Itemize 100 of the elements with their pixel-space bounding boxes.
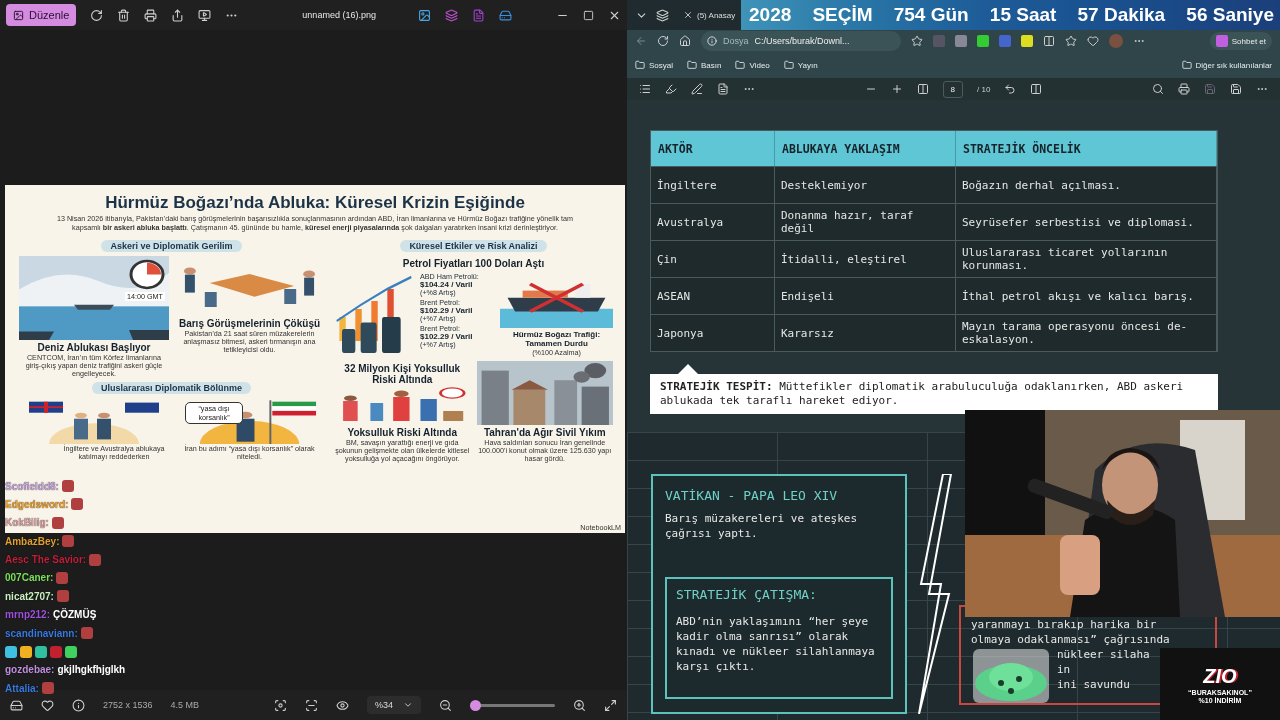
card-headline: 32 Milyon Kişi Yoksulluk Riski Altında (343, 363, 462, 386)
rotate-icon[interactable] (1004, 83, 1017, 95)
fullscreen-icon[interactable] (604, 698, 617, 712)
workspaces-icon[interactable] (656, 8, 669, 22)
delete-icon[interactable] (117, 8, 131, 22)
countdown-text: 754 Gün (893, 4, 969, 26)
copilot-icon (1215, 35, 1228, 47)
sponsor-logo: ZIO (1203, 664, 1237, 688)
zoom-out-icon[interactable] (439, 698, 452, 712)
print-icon[interactable] (144, 8, 158, 22)
chat-username: gozdebae: (5, 664, 55, 676)
chat-username: Aesc The Savior: (5, 554, 87, 566)
extension-icon[interactable] (977, 35, 989, 47)
table-cell: İthal petrol akışı ve kalıcı barış. (956, 277, 1217, 314)
scan-icon[interactable] (305, 698, 318, 712)
edit-image-icon (13, 9, 24, 21)
page-view-icon[interactable] (1030, 83, 1043, 95)
countdown-text: 2028 (749, 4, 792, 26)
badge-icon (50, 645, 62, 658)
bookmark[interactable]: Yayın (783, 60, 818, 70)
view-icon[interactable] (336, 698, 349, 712)
table-cell: Avustralya (651, 203, 775, 240)
save-icon[interactable] (1204, 83, 1216, 95)
fit-icon[interactable] (916, 83, 929, 95)
text-icon[interactable] (717, 83, 729, 95)
draw-icon[interactable] (691, 83, 703, 95)
folder-icon (783, 60, 794, 70)
card-title: Tahran'da Ağır Sivil Yıkım (483, 427, 606, 439)
card-title: Yoksulluk Riski Altında (347, 427, 457, 439)
health-icon[interactable] (1087, 35, 1099, 47)
split-icon[interactable] (1043, 35, 1055, 47)
card-title: Hürmüz Boğazı Trafiği: Tamamen Durdu (511, 330, 602, 349)
file-size: 4.5 MB (170, 700, 200, 710)
url-scheme: Dosya (723, 36, 749, 46)
section-heading: Askeri ve Diplomatik Gerilim (101, 240, 242, 253)
photo-icon[interactable] (418, 8, 431, 22)
address-bar[interactable]: Dosya C:/Users/burak/Downl... (701, 31, 901, 51)
column-header: AKTÖR (651, 131, 775, 166)
zoom-in-icon[interactable] (890, 83, 903, 95)
column-header: ABLUKAYA YAKLAŞIM (775, 131, 956, 166)
bookmark[interactable]: Sosyal (635, 60, 673, 70)
highlight-icon[interactable] (665, 83, 677, 95)
table-cell: Kararsız (775, 314, 956, 351)
edit-button[interactable]: Düzenle (6, 4, 77, 26)
favorite-icon[interactable] (41, 698, 54, 712)
table-cell: Endişeli (775, 277, 956, 314)
card-title: Petrol Fiyatları 100 Doları Aştı (402, 258, 545, 270)
share-icon[interactable] (171, 8, 185, 22)
search-icon[interactable] (1152, 83, 1164, 95)
card-text-line: ini savundu (1057, 677, 1131, 692)
copilot-button[interactable]: Sohbet et (1209, 32, 1272, 50)
card-text-line: in (1057, 662, 1072, 677)
zoom-in-icon[interactable] (573, 698, 586, 712)
countdown-text: 57 Dakika (1077, 4, 1166, 26)
card-title: Barış Görüşmelerinin Çöküşü (178, 318, 321, 330)
chat-username: nicat2707: (5, 590, 54, 602)
bookmark[interactable]: Diğer sık kullanılanlar (1181, 60, 1272, 70)
chat-username: Edgedsword: (5, 498, 69, 510)
chat-username: 007Caner: (5, 572, 54, 584)
rotate-icon[interactable] (90, 8, 104, 22)
favorite-icon[interactable] (911, 35, 923, 47)
refresh-icon[interactable] (657, 35, 669, 47)
chat-message: ÇÖZMÜŞ (53, 609, 97, 621)
zoom-dropdown[interactable]: %34 (367, 696, 421, 714)
card-text-line: yaranmayı bırakıp harika bir (971, 617, 1158, 632)
contents-icon[interactable] (639, 83, 651, 95)
slider-thumb[interactable] (470, 699, 482, 711)
print-icon[interactable] (1178, 83, 1190, 95)
save-as-icon[interactable] (1230, 83, 1242, 95)
table-cell: Çin (651, 240, 775, 277)
chevron-down-icon (403, 700, 413, 710)
badge-icon (5, 645, 17, 658)
chat-username: mrnp212: (5, 609, 50, 621)
countdown-text: SEÇİM (812, 4, 873, 26)
bookmark[interactable]: Basın (687, 60, 722, 70)
chat-username: scandinaviann: (5, 627, 78, 639)
chat-message: gkjlhgkfhjglkh (57, 664, 126, 676)
crop-icon[interactable] (274, 698, 287, 712)
countdown-text: 56 Saniye (1186, 4, 1274, 26)
favorites-icon[interactable] (1065, 35, 1077, 47)
table-cell: ASEAN (651, 277, 775, 314)
table-cell: Boğazın derhal açılması. (956, 166, 1217, 203)
slideshow-icon[interactable] (198, 8, 212, 22)
home-icon[interactable] (679, 35, 691, 47)
bookmark[interactable]: Video (735, 60, 770, 70)
info-icon[interactable] (72, 698, 85, 712)
table-cell: Japonya (651, 314, 775, 351)
browser-tab[interactable]: (5) Anasay (677, 3, 742, 27)
folder-icon (735, 60, 746, 70)
card-title: VATİKAN - PAPA LEO XIV (665, 488, 839, 503)
chat-username: KokBilig: (5, 517, 49, 529)
image-dimensions: 2752 x 1536 (103, 700, 153, 710)
countdown-text: 15 Saat (989, 4, 1057, 26)
column-header: STRATEJİK ÖNCELİK (956, 131, 1217, 166)
page-number-field[interactable]: 8 (942, 80, 964, 98)
extension-icon[interactable] (1021, 35, 1033, 47)
maximize-icon[interactable] (583, 9, 594, 21)
price-value: $102.29 / Varil (420, 333, 474, 342)
table-cell: Seyrüsefer serbestisi ve diplomasi. (956, 203, 1217, 240)
app-icon[interactable] (445, 8, 458, 22)
